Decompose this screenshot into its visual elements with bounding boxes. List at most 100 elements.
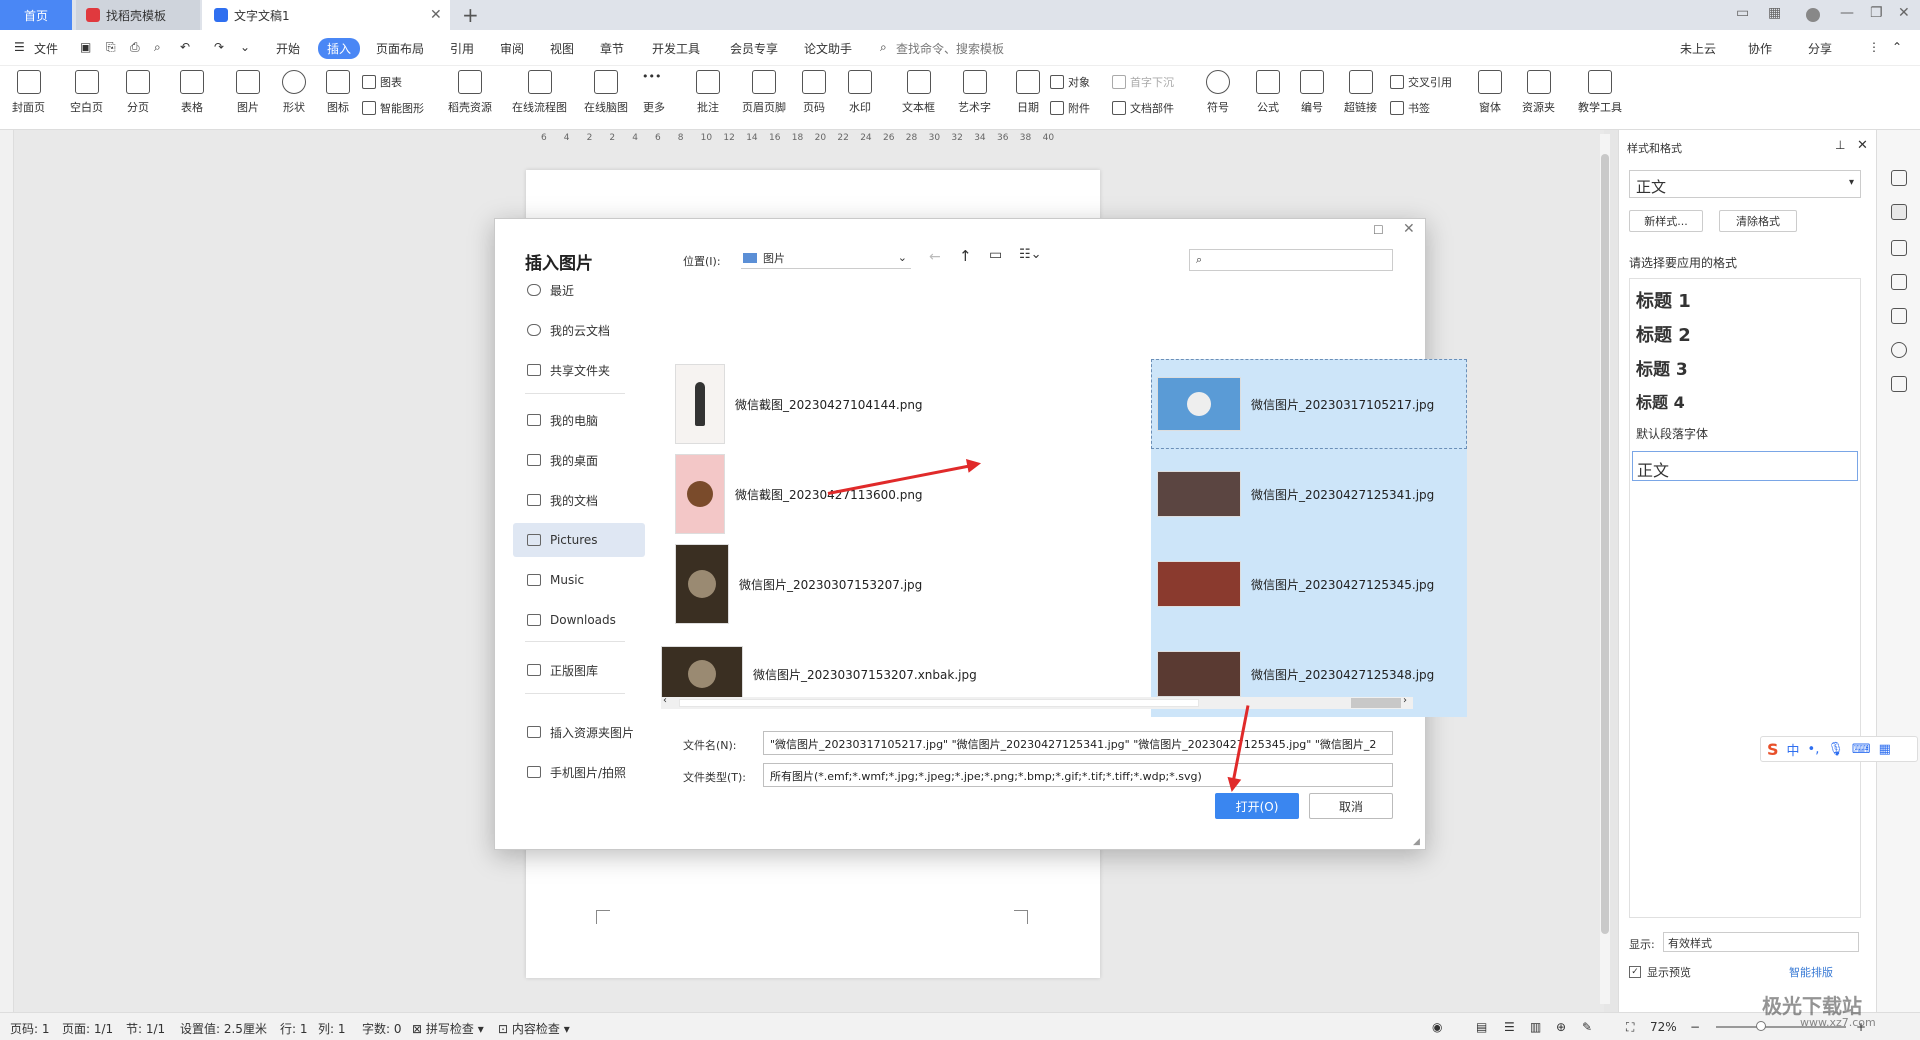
quick-access-chevron-icon[interactable]: ⌄ [240,40,250,54]
more-icon[interactable]: ⋮ [1868,40,1880,54]
formula-button[interactable]: 公式 [1256,70,1280,115]
object-button[interactable]: 对象 [1050,74,1090,90]
menu-chapter[interactable]: 章节 [600,40,624,57]
scroll-thumb[interactable] [1601,154,1609,934]
book-icon[interactable] [1891,376,1907,392]
nav-stock-gallery[interactable]: 正版图库 [513,653,645,687]
select-cursor-icon[interactable] [1891,240,1907,256]
cancel-button[interactable]: 取消 [1309,793,1393,819]
dropcap-button[interactable]: 首字下沉 [1112,74,1174,90]
bookmark-button[interactable]: 书签 [1390,100,1430,116]
collab-button[interactable]: 协作 [1748,40,1772,57]
nav-downloads[interactable]: Downloads [513,603,645,637]
style-heading-2[interactable]: 标题 2 [1636,321,1691,347]
current-style-select[interactable]: 正文 ▾ [1629,170,1861,198]
pin-icon[interactable]: ⊥ [1835,138,1845,152]
image-tool-icon[interactable] [1891,308,1907,324]
restore-icon[interactable]: ❐ [1870,5,1883,21]
nav-documents[interactable]: 我的文档 [513,483,645,517]
daoke-resource-button[interactable]: 稻壳资源 [448,70,492,115]
page-break-button[interactable]: 分页 [126,70,150,115]
tab-template[interactable]: 找稻壳模板 [76,0,200,30]
minimize-icon[interactable]: — [1840,5,1854,21]
scroll-left-icon[interactable]: ‹ [663,695,667,706]
nav-phone-photo[interactable]: 手机图片/拍照 [513,755,645,789]
close-window-icon[interactable]: ✕ [1898,5,1910,21]
watermark-button[interactable]: 水印 [848,70,872,115]
smart-layout-link[interactable]: 智能排版 [1789,964,1833,980]
vertical-scrollbar[interactable] [1600,134,1610,1004]
menu-file[interactable]: 文件 [34,40,58,57]
tab-document[interactable]: 文字文稿1 [202,0,450,30]
keyboard-icon[interactable]: ⌨ [1852,742,1871,757]
preview-checkbox[interactable]: ✓ [1629,966,1641,978]
command-search[interactable]: 查找命令、搜索模板 [896,40,1004,57]
menu-devtools[interactable]: 开发工具 [652,40,700,57]
filetype-select[interactable]: 所有图片(*.emf;*.wmf;*.jpg;*.jpeg;*.jpe;*.pn… [763,763,1393,787]
menu-thesis[interactable]: 论文助手 [804,40,852,57]
header-footer-button[interactable]: 页眉页脚 [742,70,786,115]
menu-view[interactable]: 视图 [550,40,574,57]
file-item-selected[interactable]: 微信图片_20230427125345.jpg [1157,539,1434,629]
nav-recent[interactable]: 最近 [513,273,645,307]
style-body[interactable]: 正文 [1632,451,1858,481]
page-view-icon[interactable]: ▤ [1476,1020,1487,1034]
numbering-button[interactable]: 编号 [1300,70,1324,115]
content-check-toggle[interactable]: ⊡ 内容检查 ▾ [498,1020,570,1037]
resource-folder-button[interactable]: 资源夹 [1522,70,1555,115]
file-item-selected[interactable]: 微信图片_20230427125341.jpg [1157,449,1434,539]
maximize-icon[interactable]: ☐ [1373,223,1384,237]
view-mode-icon[interactable]: ☷⌄ [1019,247,1042,262]
eye-protect-icon[interactable]: ◉ [1432,1020,1442,1034]
ime-language[interactable]: 中 [1787,740,1800,759]
horizontal-scrollbar[interactable]: ‹ › [661,695,1413,709]
nav-computer[interactable]: 我的电脑 [513,403,645,437]
apps-icon[interactable]: ▦ [1768,5,1781,21]
docpart-button[interactable]: 文档部件 [1112,100,1174,116]
crossref-button[interactable]: 交叉引用 [1390,74,1452,90]
style-heading-1[interactable]: 标题 1 [1636,287,1691,313]
cloud-status[interactable]: 未上云 [1680,40,1716,57]
avatar[interactable] [1806,8,1820,22]
file-search-input[interactable]: ⌕ [1189,249,1393,271]
shape-button[interactable]: 形状 [282,70,306,115]
location-icon[interactable] [1891,342,1907,358]
undo-icon[interactable]: ↶ [180,40,190,54]
hyperlink-button[interactable]: 超链接 [1344,70,1377,115]
wordart-button[interactable]: 艺术字 [958,70,991,115]
filename-input[interactable]: "微信图片_20230317105217.jpg" "微信图片_20230427… [763,731,1393,755]
zoom-out-icon[interactable]: − [1690,1020,1700,1034]
zoom-level[interactable]: 72% [1650,1020,1677,1034]
close-panel-icon[interactable]: ✕ [1857,138,1868,153]
file-item[interactable]: 微信截图_20230427104144.png [675,359,923,449]
rocket-icon[interactable] [1891,170,1907,186]
punctuation-icon[interactable]: •, [1808,742,1820,757]
chart-button[interactable]: 图表 [362,74,402,90]
cover-page-button[interactable]: 封面页 [12,70,45,115]
comment-button[interactable]: 批注 [696,70,720,115]
menu-start[interactable]: 开始 [276,40,300,57]
style-default-font[interactable]: 默认段落字体 [1636,425,1708,442]
dialog-close-icon[interactable]: ✕ [1403,221,1415,237]
blank-page-button[interactable]: 空白页 [70,70,103,115]
nav-cloud-docs[interactable]: 我的云文档 [513,313,645,347]
style-brush-icon[interactable] [1891,204,1907,220]
scroll-thumb[interactable] [1351,698,1401,708]
file-item[interactable]: 微信截图_20230427113600.png [675,449,923,539]
table-button[interactable]: 表格 [180,70,204,115]
nav-music[interactable]: Music [513,563,645,597]
export-icon[interactable]: ⎘ [106,40,116,55]
menu-review[interactable]: 审阅 [500,40,524,57]
nav-pictures[interactable]: Pictures [513,523,645,557]
layout-icon[interactable]: ▭ [1736,5,1749,21]
nav-resource-folder[interactable]: 插入资源夹图片 [513,715,645,749]
date-button[interactable]: 日期 [1016,70,1040,115]
close-tab-icon[interactable]: ✕ [430,7,442,23]
file-item-selected[interactable]: 微信图片_20230317105217.jpg [1157,359,1434,449]
zoom-slider-handle[interactable] [1756,1021,1766,1031]
read-view-icon[interactable]: ▥ [1530,1020,1541,1034]
file-item[interactable]: 微信图片_20230307153207.jpg [675,539,922,629]
mindmap-button[interactable]: 在线脑图 [584,70,628,115]
save-icon[interactable]: ▣ [80,40,91,54]
style-heading-3[interactable]: 标题 3 [1636,355,1688,380]
